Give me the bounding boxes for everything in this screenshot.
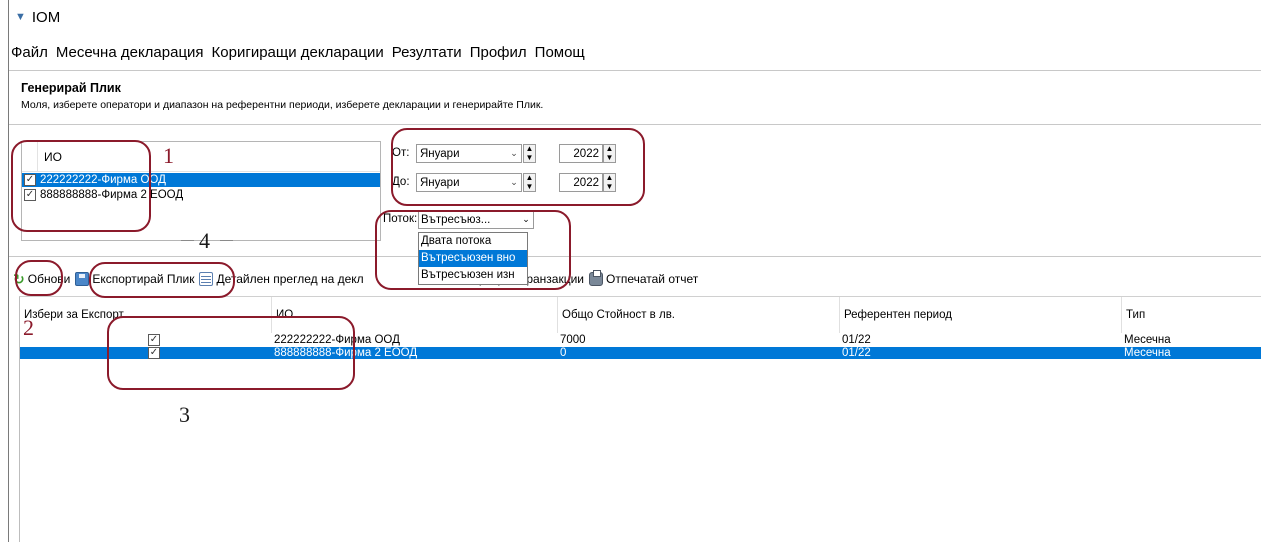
printer-icon [589,270,603,286]
stream-dropdown: Двата потока Вътресъюзен вно Вътресъюзен… [418,232,528,285]
annotation-line [181,240,194,241]
cell-type: Месечна [1124,347,1171,359]
stream-option[interactable]: Двата потока [419,233,527,250]
menu-profile[interactable]: Профил [466,44,531,61]
column-header-total[interactable]: Общо Стойност в лв. [558,297,840,333]
title-bar: ▼ IOM [9,0,1261,34]
menu-bar: Файл Месечна декларация Коригиращи декла… [9,40,589,64]
cell-type: Месечна [1124,334,1171,346]
menu-monthly-declaration[interactable]: Месечна декларация [52,44,208,61]
annotation-circle-period [391,128,645,206]
cell-total: 7000 [560,334,586,346]
window-title: IOM [31,8,61,26]
divider [9,124,1261,125]
annotation-number: 3 [179,402,190,427]
page-subtitle: Моля, изберете оператори и диапазон на р… [21,99,544,111]
annotation-number: 2 [23,315,34,340]
cell-period: 01/22 [842,347,871,359]
stream-option[interactable]: Вътресъюзен изн [419,267,527,284]
annotation-circle-export [89,262,235,298]
annotation-circle-checkboxes [107,316,355,390]
annotation-circle-refresh [15,260,63,296]
page-title: Генерирай Плик [21,81,121,95]
annotation-line [220,240,233,241]
annotation-number: 1 [163,143,174,168]
column-header-period[interactable]: Референтен период [840,297,1122,333]
print-report-button[interactable]: Отпечатай отчет [589,270,698,286]
menu-results[interactable]: Резултати [388,44,466,61]
cell-total: 0 [560,347,567,359]
panel-divider[interactable] [9,256,1261,257]
app-window: ▼ IOM Файл Месечна декларация Коригиращи… [8,0,1261,542]
menu-file[interactable]: Файл [9,44,52,61]
stream-option[interactable]: Вътресъюзен вно [419,250,527,267]
annotation-number: 4 [199,228,210,253]
menu-help[interactable]: Помощ [531,44,589,61]
menu-corrective-declarations[interactable]: Коригиращи декларации [208,44,388,61]
cell-period: 01/22 [842,334,871,346]
annotation-circle-operators [11,140,151,232]
app-menu-icon[interactable]: ▼ [15,11,26,23]
save-icon [75,272,90,286]
divider [9,70,1261,71]
column-header-type[interactable]: Тип [1122,297,1261,333]
